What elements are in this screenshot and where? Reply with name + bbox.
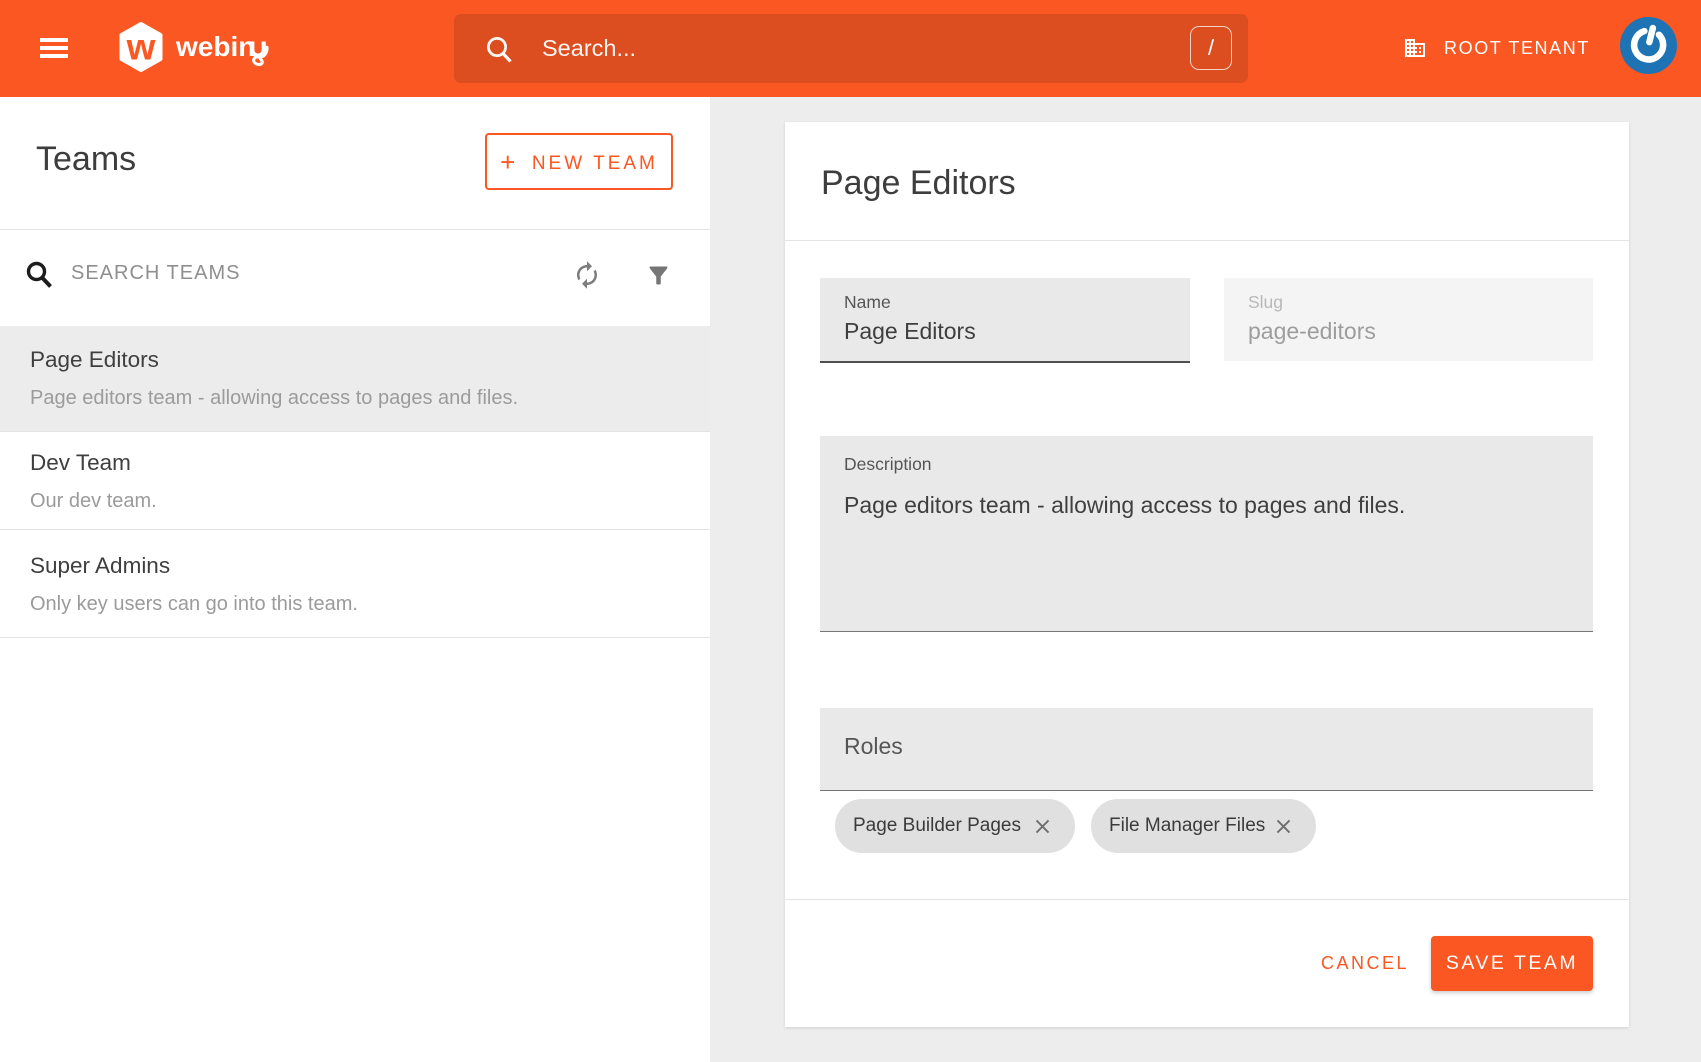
svg-text:w: w xyxy=(126,27,156,68)
